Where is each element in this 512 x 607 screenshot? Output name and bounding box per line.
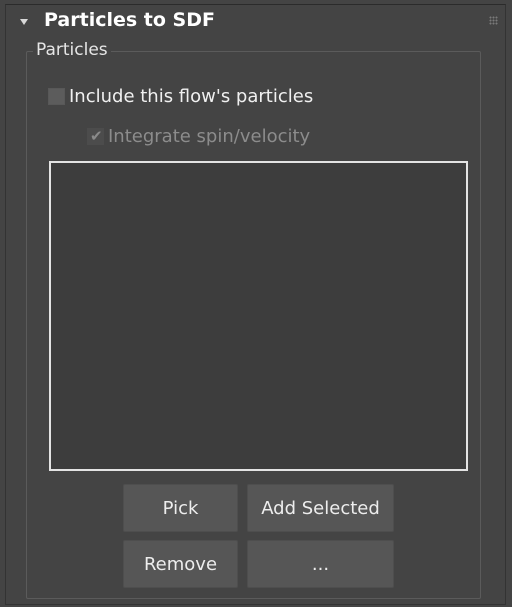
add-selected-button[interactable]: Add Selected <box>247 484 394 532</box>
integrate-spin-checkbox-row: ✔ Integrate spin/velocity <box>87 126 310 147</box>
include-flow-checkbox[interactable] <box>48 88 65 105</box>
include-flow-label[interactable]: Include this flow's particles <box>69 86 313 107</box>
include-flow-checkbox-row[interactable]: Include this flow's particles <box>48 86 313 107</box>
more-options-button[interactable]: ... <box>247 540 394 588</box>
triangle-down-icon[interactable] <box>20 19 28 25</box>
rollout-title[interactable]: Particles to SDF <box>44 9 215 31</box>
checkmark-icon: ✔ <box>90 127 103 145</box>
integrate-spin-label: Integrate spin/velocity <box>108 126 311 147</box>
remove-button[interactable]: Remove <box>123 540 238 588</box>
drag-grip-icon[interactable] <box>489 16 498 25</box>
integrate-spin-checkbox: ✔ <box>87 127 104 145</box>
rollout-header[interactable]: Particles to SDF <box>6 5 505 41</box>
particle-list[interactable] <box>49 161 468 471</box>
group-label: Particles <box>33 40 111 60</box>
pick-button[interactable]: Pick <box>123 484 238 532</box>
